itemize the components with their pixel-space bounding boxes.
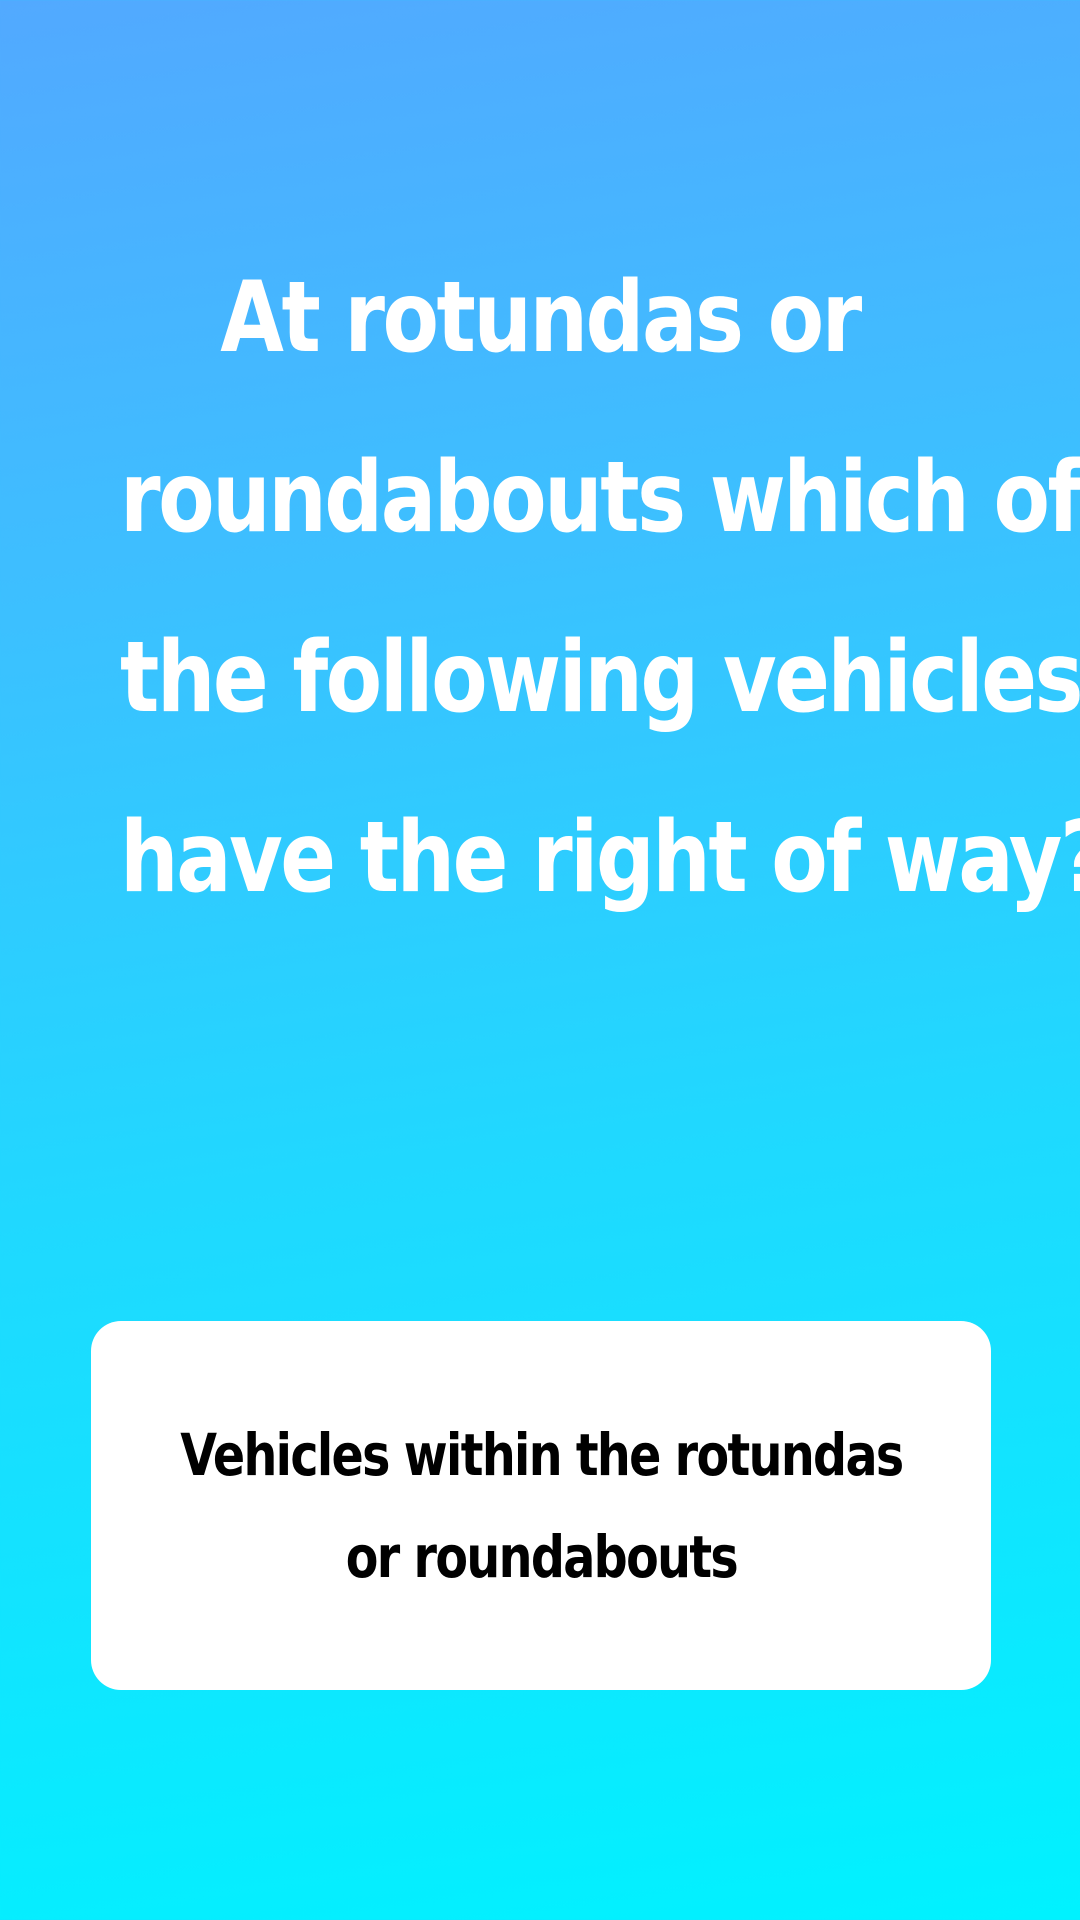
quiz-screen: { "question": { "lines": [ "At rotundas … xyxy=(0,0,1080,1920)
answer-card[interactable]: Vehicles within the rotundas or roundabo… xyxy=(91,1321,991,1690)
question-line: roundabouts which of xyxy=(120,441,1080,555)
question-line: have the right of way? xyxy=(120,801,1080,915)
answer-line: Vehicles within the rotundas xyxy=(179,1420,904,1489)
question-text: At rotundas or roundabouts which of the … xyxy=(120,228,1080,948)
question-line: At rotundas or xyxy=(220,261,862,375)
answer-text: Vehicles within the rotundas or roundabo… xyxy=(179,1404,904,1608)
question-line: the following vehicles xyxy=(120,621,1080,735)
answer-line: or roundabouts xyxy=(345,1522,738,1591)
